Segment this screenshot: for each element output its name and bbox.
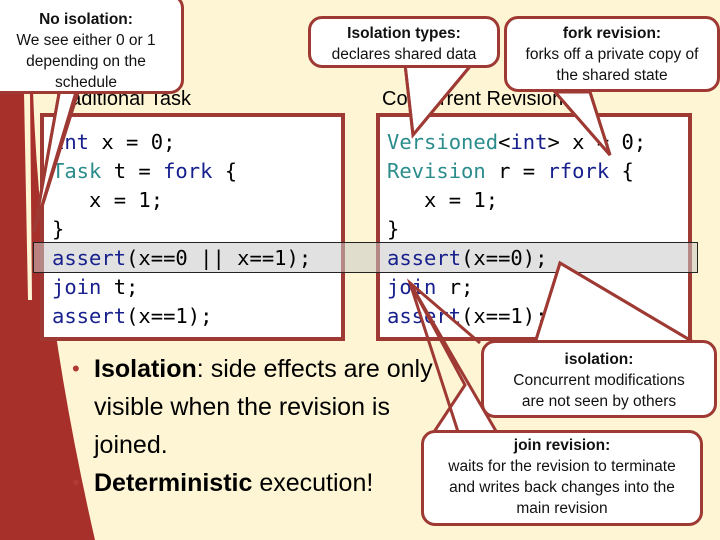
callout-no-isolation: No isolation: We see either 0 or 1 depen…	[0, 0, 184, 94]
slide: new Traditional Task Concurrent Revision…	[0, 0, 720, 540]
callout-body: declares shared data	[331, 46, 477, 63]
callout-body: waits for the revision to terminate and …	[448, 458, 676, 517]
callout-title: No isolation:	[39, 11, 133, 28]
tail-isolation	[532, 260, 701, 345]
callout-fork-revision: fork revision: forks off a private copy …	[504, 16, 720, 92]
callout-join-revision: join revision: waits for the revision to…	[421, 430, 703, 526]
callout-body: forks off a private copy of the shared s…	[525, 46, 699, 84]
callout-title: Isolation types:	[347, 25, 461, 42]
callout-title: isolation:	[564, 351, 634, 368]
callout-body: We see either 0 or 1 depending on the sc…	[16, 32, 156, 91]
callout-isolation-types: Isolation types: declares shared data	[308, 16, 500, 68]
callout-isolation: isolation: Concurrent modifications are …	[481, 340, 717, 418]
callout-title: join revision:	[513, 437, 611, 454]
callout-title: fork revision:	[562, 25, 662, 42]
callout-body: Concurrent modifications are not seen by…	[513, 372, 685, 410]
